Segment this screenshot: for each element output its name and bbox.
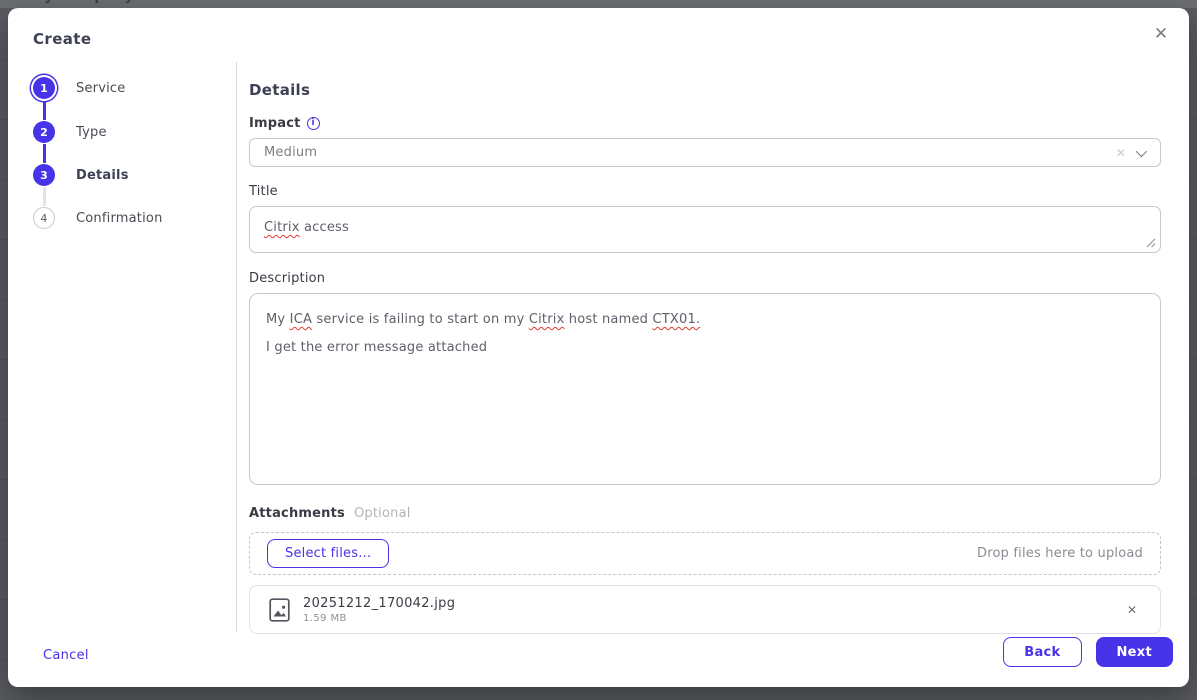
title-label: Title	[249, 184, 278, 199]
step-number-badge: 1	[33, 77, 55, 99]
step-label: Confirmation	[76, 211, 163, 226]
step-label: Details	[76, 168, 129, 183]
impact-field: Impact i Medium ✕	[249, 116, 1161, 167]
title-text: access	[300, 220, 349, 235]
modal-title: Create	[33, 30, 91, 48]
stepper-item-type[interactable]: 2 Type	[33, 121, 107, 143]
stepper-item-confirmation[interactable]: 4 Confirmation	[33, 207, 163, 229]
create-case-modal: Create ✕ 1 Service 2 Type 3 Details 4 Co…	[8, 8, 1189, 687]
next-button[interactable]: Next	[1096, 637, 1174, 667]
resize-handle-icon[interactable]	[1146, 238, 1156, 248]
file-name: 20251212_170042.jpg	[303, 596, 455, 611]
stepper-connector	[43, 144, 46, 163]
cancel-button[interactable]: Cancel	[43, 648, 89, 663]
step-label: Service	[76, 81, 125, 96]
step-number-badge: 2	[33, 121, 55, 143]
impact-selected-value: Medium	[264, 145, 1106, 160]
stepper-form-divider	[236, 62, 237, 632]
info-icon[interactable]: i	[307, 117, 320, 130]
stepper-item-details[interactable]: 3 Details	[33, 164, 129, 186]
clear-selection-icon[interactable]: ✕	[1106, 146, 1136, 160]
image-file-icon	[269, 598, 290, 622]
impact-label: Impact	[249, 116, 301, 131]
description-field: Description My ICA service is failing to…	[249, 271, 1161, 485]
drop-hint-text: Drop files here to upload	[977, 546, 1143, 561]
title-field: Title Citrix access	[249, 184, 1161, 253]
chevron-down-icon[interactable]	[1136, 145, 1147, 156]
close-icon[interactable]: ✕	[1147, 20, 1175, 48]
file-size: 1.59 MB	[303, 613, 455, 624]
description-paragraph: My ICA service is failing to start on my…	[266, 310, 1144, 329]
stepper-item-service[interactable]: 1 Service	[33, 77, 125, 99]
attachments-label: Attachments	[249, 506, 345, 521]
step-label: Type	[76, 125, 107, 140]
stepper-connector	[43, 100, 46, 120]
step-number-badge: 4	[33, 207, 55, 229]
description-paragraph: I get the error message attached	[266, 338, 1144, 357]
step-number-badge: 3	[33, 164, 55, 186]
description-input[interactable]: My ICA service is failing to start on my…	[249, 293, 1161, 485]
details-form: Details Impact i Medium ✕ Title Citrix a…	[249, 81, 1161, 634]
select-files-button[interactable]: Select files...	[267, 539, 389, 568]
back-button[interactable]: Back	[1003, 637, 1081, 667]
attachments-section: Attachments Optional Select files... Dro…	[249, 506, 1161, 634]
remove-file-icon[interactable]: ✕	[1123, 599, 1141, 621]
title-text: Citrix	[264, 220, 300, 235]
attached-file-row: 20251212_170042.jpg 1.59 MB ✕	[249, 585, 1161, 634]
file-dropzone[interactable]: Select files... Drop files here to uploa…	[249, 532, 1161, 575]
title-input[interactable]: Citrix access	[249, 206, 1161, 253]
optional-badge: Optional	[354, 506, 411, 521]
form-heading: Details	[249, 81, 1161, 99]
description-label: Description	[249, 271, 325, 286]
stepper-connector	[43, 187, 46, 206]
footer-actions: Back Next	[1003, 637, 1173, 667]
background-page-title: My Company Cases	[30, 0, 187, 4]
impact-select[interactable]: Medium ✕	[249, 138, 1161, 167]
dimmed-page-header: My Company Cases	[0, 0, 1197, 8]
